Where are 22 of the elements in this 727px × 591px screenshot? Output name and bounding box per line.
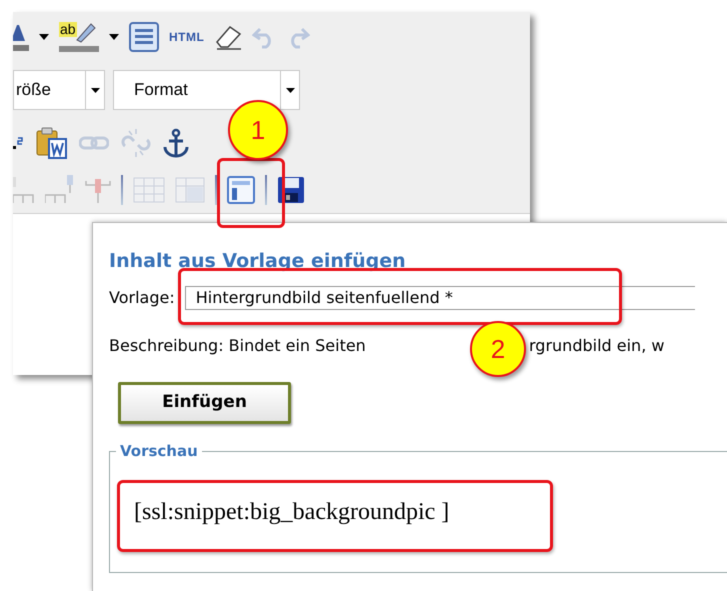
format-dropdown[interactable]: Format (113, 70, 300, 110)
template-label: Vorlage: (109, 287, 175, 309)
caret-icon (286, 88, 294, 92)
source-icon[interactable] (129, 22, 159, 52)
preview-text: [ssl:snippet:big_backgroundpic ] (134, 498, 450, 526)
template-icon[interactable] (227, 176, 255, 204)
anchor-icon[interactable] (163, 128, 189, 158)
template-field[interactable]: Hintergrundbild seitenfuellend * (184, 286, 695, 310)
description-text: Beschreibung: Bindet ein Seiten (109, 336, 367, 356)
html-button[interactable]: HTML (169, 28, 204, 46)
caret-icon (90, 88, 100, 92)
insert-button[interactable]: Einfügen (118, 382, 291, 424)
font-size-dropdown[interactable]: röße (13, 70, 105, 110)
highlight-button[interactable]: ab (59, 22, 99, 52)
caret-icon[interactable] (109, 34, 119, 40)
superscript-icon[interactable] (13, 136, 23, 150)
font-color-icon[interactable] (13, 23, 29, 51)
dialog-title: Inhalt aus Vorlage einfügen (109, 249, 407, 273)
eraser-icon[interactable] (214, 24, 242, 50)
paste-word-icon[interactable] (35, 127, 67, 159)
description-text: rgrundbild ein, w (529, 336, 664, 356)
caret-icon[interactable] (39, 34, 49, 40)
